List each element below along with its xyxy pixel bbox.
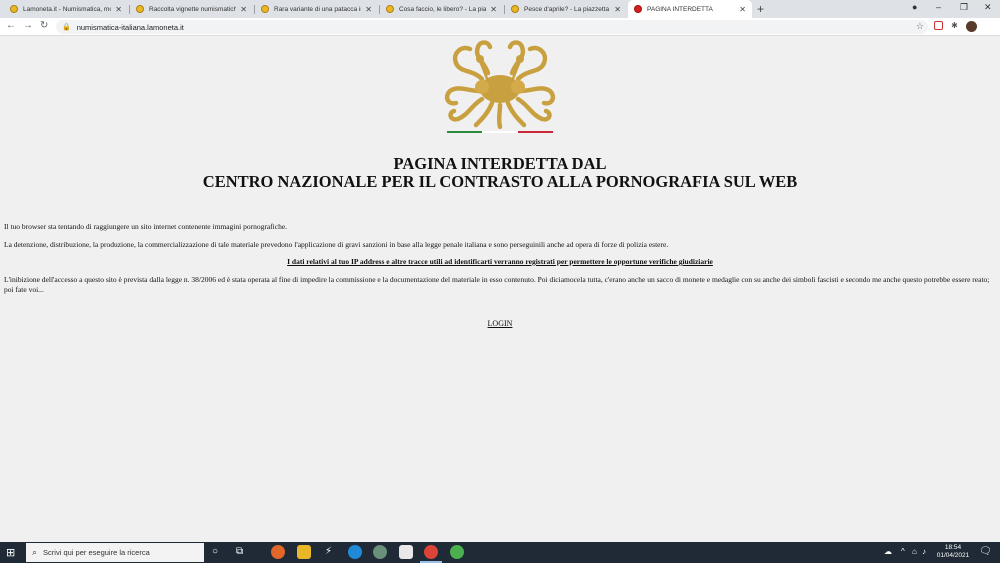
network-icon[interactable]: ⌂	[912, 547, 917, 556]
tab-title: Pesce d'aprile? - La piazzetta de	[524, 5, 611, 13]
tab-lamoneta[interactable]: Lamoneta.it - Numismatica, mon ✕	[4, 0, 128, 18]
paragraph-sanctions: La detenzione, distribuzione, la produzi…	[4, 240, 669, 249]
search-input[interactable]: Scrivi qui per eseguire la ricerca	[43, 548, 150, 557]
title-line-1: PAGINA INTERDETTA DAL	[393, 154, 607, 173]
tab-raccolta-vignette[interactable]: Raccolta vignette numismatiche ✕	[130, 0, 253, 18]
ip-warning: I dati relativi al tuo IP address e altr…	[287, 257, 713, 266]
utorrent-icon[interactable]	[450, 545, 464, 559]
url-text[interactable]: numismatica-italiana.lamoneta.it	[77, 23, 184, 32]
puzzle-extensions-icon[interactable]: ✱	[950, 21, 959, 30]
weather-tray-icon[interactable]: ☁	[884, 547, 892, 556]
tab-rara-variante[interactable]: Rara variante di una patacca ine ✕	[255, 0, 378, 18]
tab-title: PAGINA INTERDETTA	[647, 5, 713, 13]
lamoneta-favicon-icon	[136, 5, 144, 13]
window-close-button[interactable]: ✕	[984, 2, 992, 13]
tab-title: Lamoneta.it - Numismatica, mon	[23, 5, 112, 13]
show-hidden-icons-icon[interactable]: ^	[901, 547, 905, 556]
lamoneta-favicon-icon	[386, 5, 394, 13]
title-line-2: CENTRO NAZIONALE PER IL CONTRASTO ALLA P…	[202, 172, 798, 191]
close-icon[interactable]: ✕	[240, 5, 247, 14]
italian-flag-stripe	[447, 131, 553, 133]
bookmark-star-icon[interactable]: ☆	[916, 21, 924, 32]
address-bar[interactable]: 🔒 numismatica-italiana.lamoneta.it ☆	[56, 20, 928, 34]
chrome-icon[interactable]	[424, 545, 438, 559]
page-title: PAGINA INTERDETTA DAL CENTRO NAZIONALE P…	[0, 155, 1000, 191]
store-icon[interactable]	[399, 545, 413, 559]
restore-button[interactable]: ❐	[960, 2, 968, 13]
file-explorer-icon[interactable]	[297, 545, 311, 559]
lamoneta-favicon-icon	[261, 5, 269, 13]
extension-icon[interactable]	[934, 21, 943, 30]
reload-button[interactable]: ↻	[40, 20, 48, 31]
lamoneta-favicon-icon	[10, 5, 18, 13]
profile-avatar[interactable]	[966, 21, 977, 32]
paragraph-law: L'inibizione dell'accesso a questo sito …	[4, 275, 990, 294]
tab-pesce-aprile[interactable]: Pesce d'aprile? - La piazzetta de ✕	[505, 0, 627, 18]
close-icon[interactable]: ✕	[365, 5, 372, 14]
app-bird-icon[interactable]	[373, 545, 387, 559]
taskbar-search-box[interactable]: ⌕ Scrivi qui per eseguire la ricerca	[26, 543, 204, 562]
tab-title: Rara variante di una patacca ine	[274, 5, 362, 13]
tab-pagina-interdetta[interactable]: PAGINA INTERDETTA ✕	[628, 0, 752, 18]
volume-icon[interactable]: ♪	[922, 547, 926, 556]
tab-title: Cosa faccio, le libero? - La piazz	[399, 5, 487, 13]
firefox-icon[interactable]	[271, 545, 285, 559]
app-lightning-icon[interactable]: ⚡	[325, 546, 332, 557]
clock-date: 01/04/2021	[936, 552, 970, 559]
close-icon[interactable]: ✕	[739, 5, 746, 14]
notification-icon[interactable]: 🗨	[979, 546, 992, 557]
forward-button[interactable]: →	[23, 20, 33, 31]
cortana-icon[interactable]: ○	[212, 546, 218, 557]
clock-time: 18:54	[944, 544, 962, 551]
login-link[interactable]: LOGIN	[0, 319, 1000, 328]
system-clock[interactable]: 18:54 01/04/2021	[933, 544, 973, 560]
media-record-icon[interactable]: ●	[912, 2, 917, 12]
close-icon[interactable]: ✕	[115, 5, 122, 14]
minimize-button[interactable]: –	[936, 2, 941, 12]
back-button[interactable]: ←	[6, 20, 16, 31]
windows-taskbar: ⊞ ⌕ Scrivi qui per eseguire la ricerca ○…	[0, 542, 1000, 563]
lock-icon[interactable]: 🔒	[62, 23, 71, 31]
flag-white	[482, 131, 518, 133]
task-view-icon[interactable]: ⧉	[236, 546, 243, 557]
paragraph-intro: Il tuo browser sta tentando di raggiunge…	[4, 222, 288, 231]
close-icon[interactable]: ✕	[490, 5, 497, 14]
lamoneta-favicon-icon	[511, 5, 519, 13]
page-content: PAGINA INTERDETTA DAL CENTRO NAZIONALE P…	[0, 37, 1000, 542]
windows-start-icon[interactable]: ⊞	[6, 546, 15, 559]
close-icon[interactable]: ✕	[614, 5, 621, 14]
flag-green	[447, 131, 483, 133]
new-tab-button[interactable]: +	[757, 2, 764, 16]
flag-red	[517, 131, 553, 133]
browser-toolbar: ← → ↻ 🔒 numismatica-italiana.lamoneta.it…	[0, 18, 1000, 36]
edge-icon[interactable]	[348, 545, 362, 559]
search-icon: ⌕	[32, 547, 38, 557]
red-favicon-icon	[634, 5, 642, 13]
tab-title: Raccolta vignette numismatiche	[149, 5, 237, 13]
tab-strip: Lamoneta.it - Numismatica, mon ✕ Raccolt…	[0, 0, 1000, 18]
tab-cosa-faccio[interactable]: Cosa faccio, le libero? - La piazz ✕	[380, 0, 503, 18]
flying-spaghetti-monster-logo-icon	[444, 40, 556, 129]
